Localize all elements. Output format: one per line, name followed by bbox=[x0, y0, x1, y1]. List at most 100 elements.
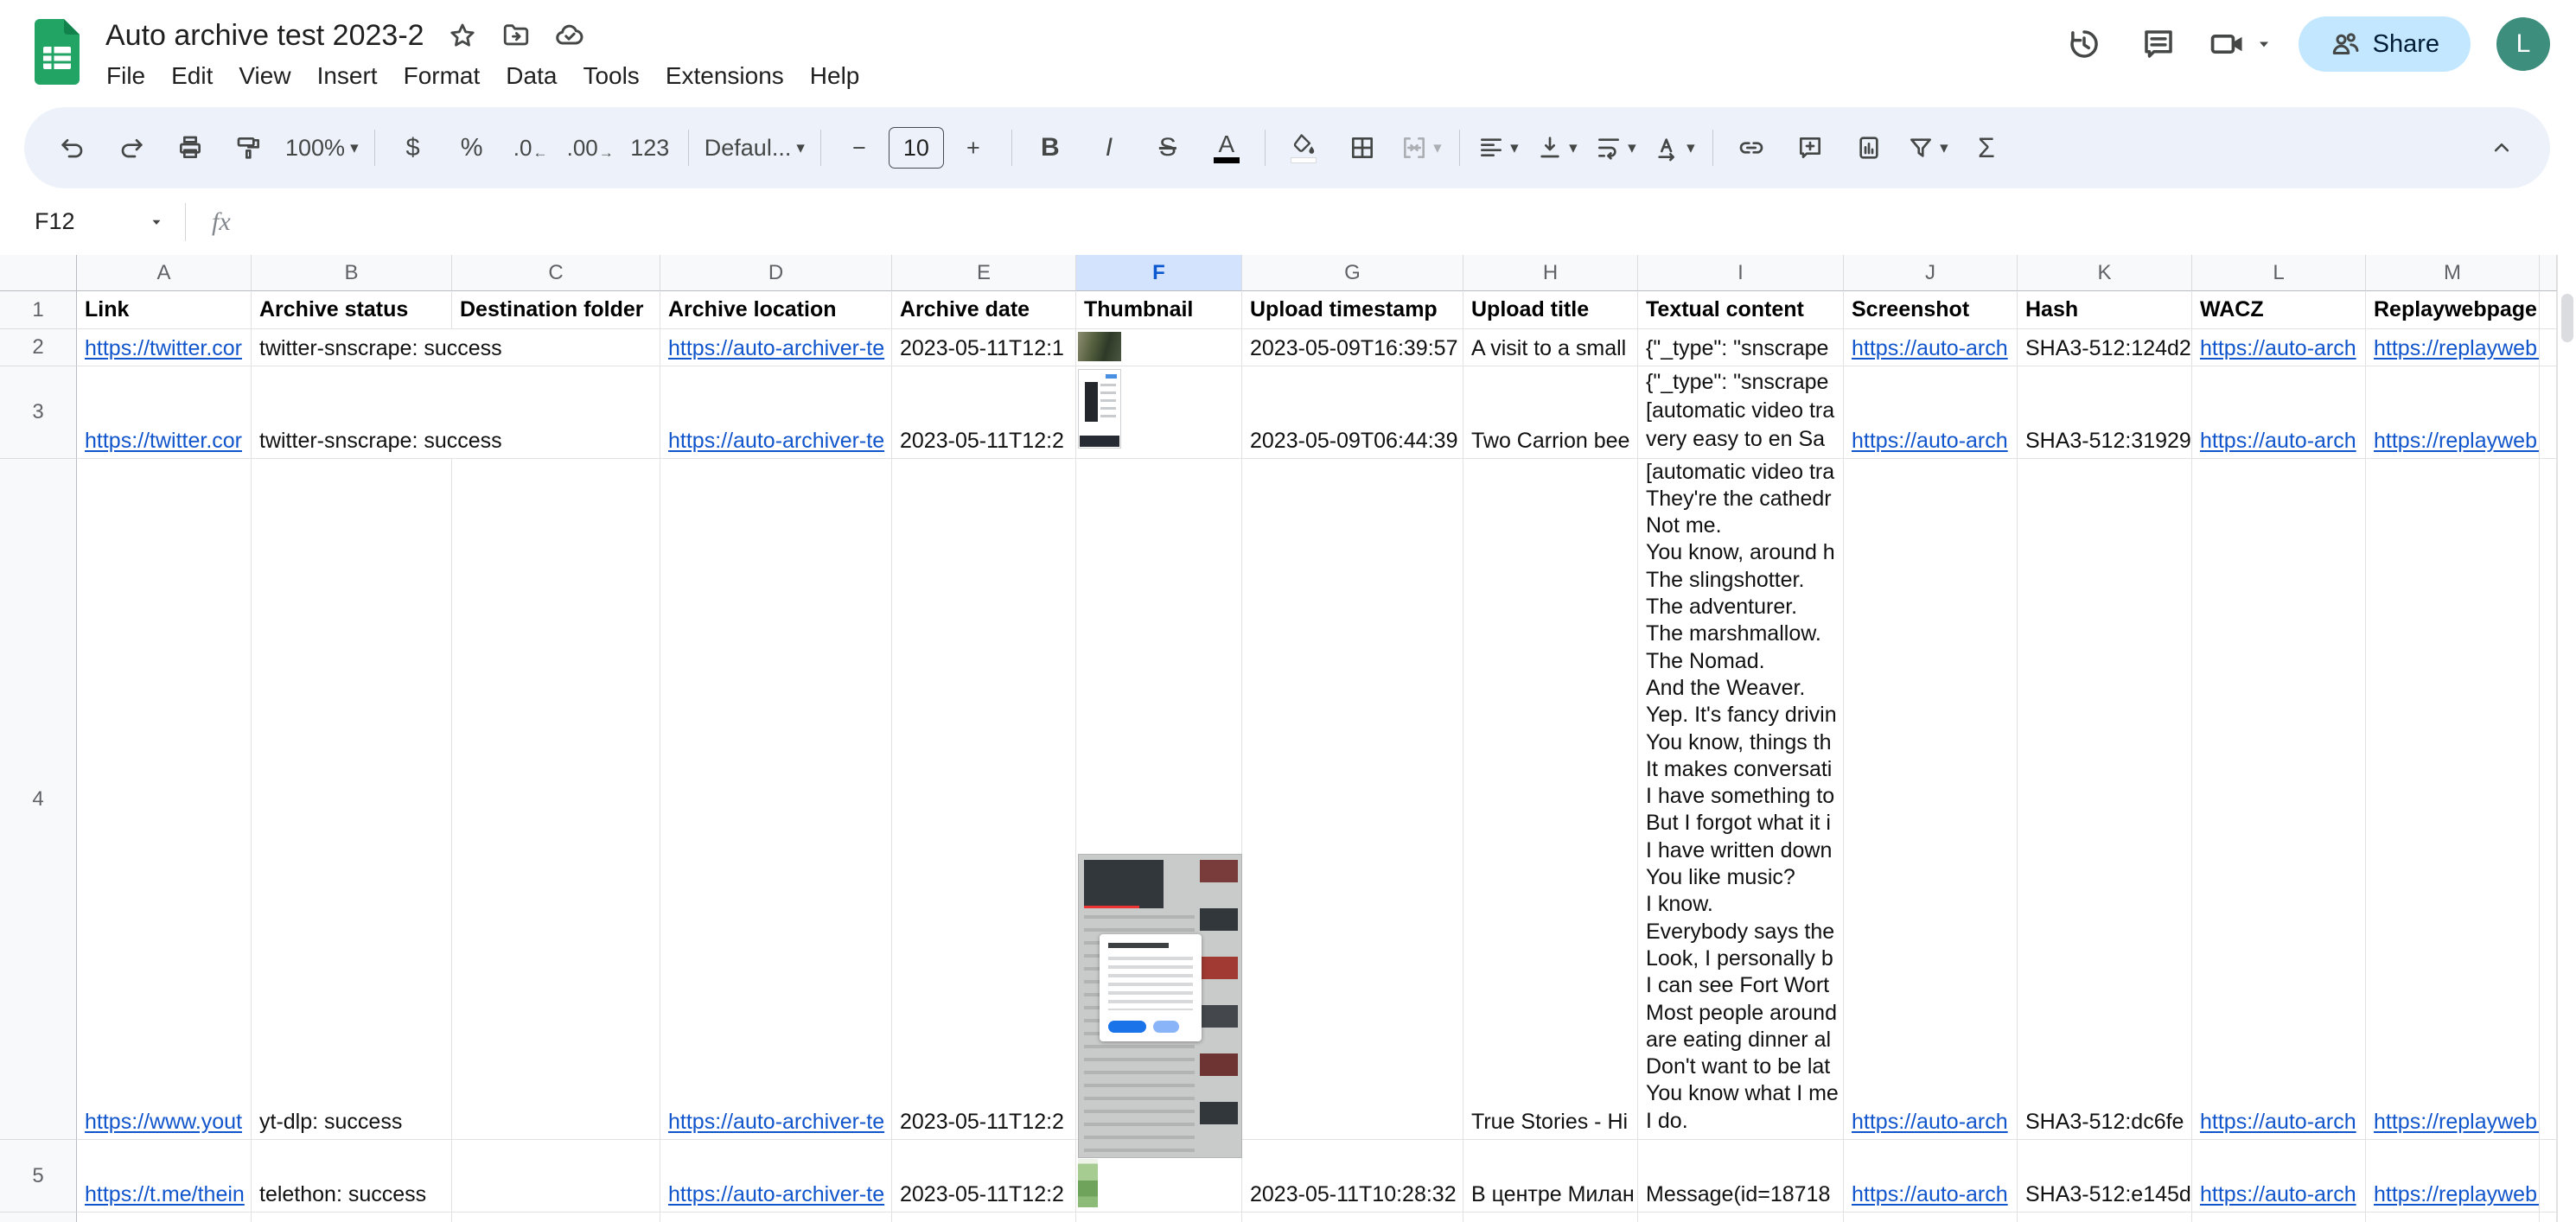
cell-link[interactable]: https://replayweb. bbox=[2374, 336, 2539, 361]
cloud-saved-icon[interactable] bbox=[554, 20, 585, 51]
cell-partial-5[interactable] bbox=[2540, 1140, 2557, 1212]
cell-J3[interactable]: https://auto-arch bbox=[1844, 366, 2018, 459]
cell-B5[interactable]: telethon: success bbox=[252, 1140, 452, 1212]
cell-link[interactable]: https://replayweb. bbox=[2374, 1182, 2539, 1207]
column-header-E[interactable]: E bbox=[892, 255, 1076, 291]
cell-J4[interactable]: https://auto-arch bbox=[1844, 459, 2018, 1140]
cell-L5[interactable]: https://auto-arch bbox=[2192, 1140, 2366, 1212]
font-size-input[interactable]: 10 bbox=[888, 127, 944, 169]
menu-format[interactable]: Format bbox=[391, 57, 494, 95]
paint-format-button[interactable] bbox=[220, 123, 278, 173]
menu-insert[interactable]: Insert bbox=[304, 57, 391, 95]
cell-link[interactable]: https://twitter.cor bbox=[85, 429, 242, 454]
column-header-H[interactable]: H bbox=[1463, 255, 1638, 291]
row-header-2[interactable]: 2 bbox=[0, 329, 77, 366]
cell-H2[interactable]: A visit to a small bbox=[1463, 329, 1638, 366]
cell-partial-1[interactable] bbox=[2540, 291, 2557, 329]
column-header-D[interactable]: D bbox=[660, 255, 892, 291]
cell-link[interactable]: https://auto-arch bbox=[2200, 429, 2356, 454]
cell-E3[interactable]: 2023-05-11T12:2 bbox=[892, 366, 1076, 459]
cell-F4[interactable] bbox=[1076, 459, 1242, 1158]
row-header-4[interactable]: 4 bbox=[0, 459, 77, 1140]
column-header-L[interactable]: L bbox=[2192, 255, 2366, 291]
cell-I6[interactable] bbox=[1638, 1212, 1844, 1222]
strikethrough-button[interactable]: S bbox=[1138, 123, 1197, 173]
cell-link[interactable]: https://auto-archiver-te bbox=[668, 1182, 884, 1207]
cell-I4[interactable]: [automatic video tra They're the cathedr… bbox=[1638, 459, 1844, 1140]
print-button[interactable] bbox=[161, 123, 220, 173]
cell-J6[interactable] bbox=[1844, 1212, 2018, 1222]
account-avatar[interactable]: L bbox=[2496, 17, 2550, 71]
cell-D5[interactable]: https://auto-archiver-te bbox=[660, 1140, 892, 1212]
cell-C6[interactable] bbox=[452, 1212, 660, 1222]
cell-G4[interactable] bbox=[1242, 459, 1463, 1140]
cell-partial-6[interactable] bbox=[2540, 1212, 2557, 1222]
cell-L4[interactable]: https://auto-arch bbox=[2192, 459, 2366, 1140]
scrollbar-thumb[interactable] bbox=[2561, 294, 2573, 342]
column-header-C[interactable]: C bbox=[452, 255, 660, 291]
cell-E2[interactable]: 2023-05-11T12:1 bbox=[892, 329, 1076, 366]
redo-button[interactable] bbox=[102, 123, 161, 173]
cell-G1[interactable]: Upload timestamp bbox=[1242, 291, 1463, 329]
cell-I5[interactable]: Message(id=18718 bbox=[1638, 1140, 1844, 1212]
menu-data[interactable]: Data bbox=[493, 57, 570, 95]
format-currency-button[interactable]: $ bbox=[384, 123, 443, 173]
cell-K6[interactable] bbox=[2018, 1212, 2192, 1222]
decrease-font-size-button[interactable]: − bbox=[830, 123, 889, 173]
cell-C1[interactable]: Destination folder bbox=[452, 291, 660, 329]
filter-button[interactable]: ▾ bbox=[1898, 123, 1957, 173]
cell-A3[interactable]: https://twitter.cor bbox=[77, 366, 252, 459]
row-header-5[interactable]: 5 bbox=[0, 1140, 77, 1212]
cell-G5[interactable]: 2023-05-11T10:28:32 bbox=[1242, 1140, 1463, 1212]
cell-H4[interactable]: True Stories - Hi bbox=[1463, 459, 1638, 1140]
menu-tools[interactable]: Tools bbox=[570, 57, 652, 95]
cell-L1[interactable]: WACZ bbox=[2192, 291, 2366, 329]
meet-video-icon[interactable] bbox=[2209, 25, 2273, 63]
cell-M3[interactable]: https://replayweb. bbox=[2366, 366, 2540, 459]
fill-color-button[interactable] bbox=[1274, 123, 1333, 173]
cell-M1[interactable]: Replaywebpage bbox=[2366, 291, 2540, 329]
star-icon[interactable] bbox=[447, 20, 478, 51]
cell-A4[interactable]: https://www.yout bbox=[77, 459, 252, 1140]
menu-help[interactable]: Help bbox=[797, 57, 873, 95]
vertical-scrollbar[interactable] bbox=[2557, 255, 2576, 1222]
name-box[interactable]: F12 bbox=[26, 200, 173, 244]
share-button[interactable]: Share bbox=[2298, 16, 2471, 72]
vertical-align-button[interactable]: ▾ bbox=[1527, 123, 1586, 173]
cell-link[interactable]: https://auto-arch bbox=[1852, 429, 2008, 454]
cell-partial-4[interactable] bbox=[2540, 459, 2557, 1140]
insert-chart-button[interactable] bbox=[1840, 123, 1898, 173]
cell-E1[interactable]: Archive date bbox=[892, 291, 1076, 329]
cell-link[interactable]: https://auto-archiver-te bbox=[668, 336, 884, 361]
row-header-6[interactable]: 6 bbox=[0, 1212, 77, 1222]
collapse-toolbar-button[interactable] bbox=[2472, 123, 2531, 173]
column-header-A[interactable]: A bbox=[77, 255, 252, 291]
column-header-B[interactable]: B bbox=[252, 255, 452, 291]
cell-A6[interactable] bbox=[77, 1212, 252, 1222]
cell-A5[interactable]: https://t.me/thein bbox=[77, 1140, 252, 1212]
cell-link[interactable]: https://auto-arch bbox=[1852, 1110, 2008, 1135]
number-format-button[interactable]: 123 bbox=[621, 123, 679, 173]
insert-link-button[interactable] bbox=[1722, 123, 1781, 173]
document-title[interactable]: Auto archive test 2023-2 bbox=[105, 19, 424, 53]
cell-link[interactable]: https://replayweb. bbox=[2374, 1110, 2539, 1135]
cell-B2[interactable]: twitter-snscrape: success bbox=[252, 329, 660, 366]
cell-H5[interactable]: В центре Милан bbox=[1463, 1140, 1638, 1212]
move-folder-icon[interactable] bbox=[501, 20, 532, 51]
cell-F6[interactable] bbox=[1076, 1212, 1242, 1222]
cell-J2[interactable]: https://auto-arch bbox=[1844, 329, 2018, 366]
cell-link[interactable]: https://www.yout bbox=[85, 1110, 242, 1135]
cell-H3[interactable]: Two Carrion bee bbox=[1463, 366, 1638, 459]
cell-L3[interactable]: https://auto-arch bbox=[2192, 366, 2366, 459]
cell-M2[interactable]: https://replayweb. bbox=[2366, 329, 2540, 366]
column-header-I[interactable]: I bbox=[1638, 255, 1844, 291]
functions-button[interactable]: Σ bbox=[1957, 123, 2016, 173]
cell-E4[interactable]: 2023-05-11T12:2 bbox=[892, 459, 1076, 1140]
cell-D1[interactable]: Archive location bbox=[660, 291, 892, 329]
cell-J1[interactable]: Screenshot bbox=[1844, 291, 2018, 329]
cell-link[interactable]: https://auto-arch bbox=[1852, 336, 2008, 361]
column-header-M[interactable]: M bbox=[2366, 255, 2540, 291]
cell-D4[interactable]: https://auto-archiver-te bbox=[660, 459, 892, 1140]
cell-K2[interactable]: SHA3-512:124d2 bbox=[2018, 329, 2192, 366]
text-rotation-button[interactable]: ▾ bbox=[1645, 123, 1704, 173]
